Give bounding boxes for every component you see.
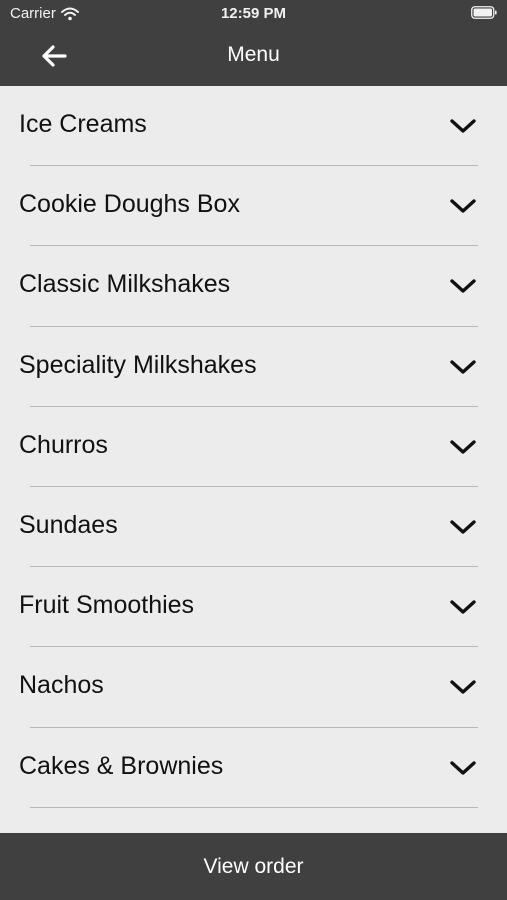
menu-category-ice-creams[interactable]: Ice Creams xyxy=(0,86,507,167)
menu-category-label: Sundaes xyxy=(19,510,118,539)
top-bar: Carrier 12:59 PM Menu xyxy=(0,0,507,86)
menu-category-label: Cakes & Brownies xyxy=(19,751,224,780)
status-time: 12:59 PM xyxy=(220,5,287,22)
chevron-down-icon xyxy=(450,680,476,695)
chevron-down-icon xyxy=(450,440,476,454)
menu-category-cookie-doughs-box[interactable]: Cookie Doughs Box xyxy=(0,166,507,247)
chevron-down-icon xyxy=(450,119,476,133)
row-divider xyxy=(30,806,478,808)
page-title: Menu xyxy=(227,43,280,66)
menu-category-nachos[interactable]: Nachos xyxy=(0,647,507,728)
menu-category-churros[interactable]: Churros xyxy=(0,407,507,487)
menu-category-sundaes[interactable]: Sundaes xyxy=(0,487,507,568)
status-bar: Carrier 12:59 PM xyxy=(0,0,507,28)
menu-category-fruit-smoothies[interactable]: Fruit Smoothies xyxy=(0,567,507,648)
view-order-button[interactable]: View order xyxy=(0,833,507,900)
chevron-down-icon xyxy=(450,520,476,534)
menu-category-label: Cookie Doughs Box xyxy=(19,190,240,219)
menu-category-label: Speciality Milkshakes xyxy=(19,350,257,379)
menu-category-cakes-and-brownies[interactable]: Cakes & Brownies xyxy=(0,728,507,808)
chevron-down-icon xyxy=(450,199,476,213)
menu-category-label: Fruit Smoothies xyxy=(19,591,195,620)
menu-category-classic-milkshakes[interactable]: Classic Milkshakes xyxy=(0,246,507,327)
view-order-label: View order xyxy=(203,854,304,878)
menu-category-speciality-milkshakes[interactable]: Speciality Milkshakes xyxy=(0,327,507,407)
menu-category-list: Ice Creams Cookie Doughs Box Classic Mil… xyxy=(0,86,507,833)
menu-category-label: Churros xyxy=(19,430,108,459)
battery-icon xyxy=(471,6,497,19)
chevron-down-icon xyxy=(450,760,476,775)
menu-category-label: Classic Milkshakes xyxy=(19,270,231,299)
menu-category-label: Ice Creams xyxy=(19,110,147,138)
nav-bar: Menu xyxy=(0,28,507,86)
chevron-down-icon xyxy=(450,359,476,374)
chevron-down-icon xyxy=(450,600,476,614)
chevron-down-icon xyxy=(450,279,476,294)
menu-category-label: Nachos xyxy=(19,671,104,700)
